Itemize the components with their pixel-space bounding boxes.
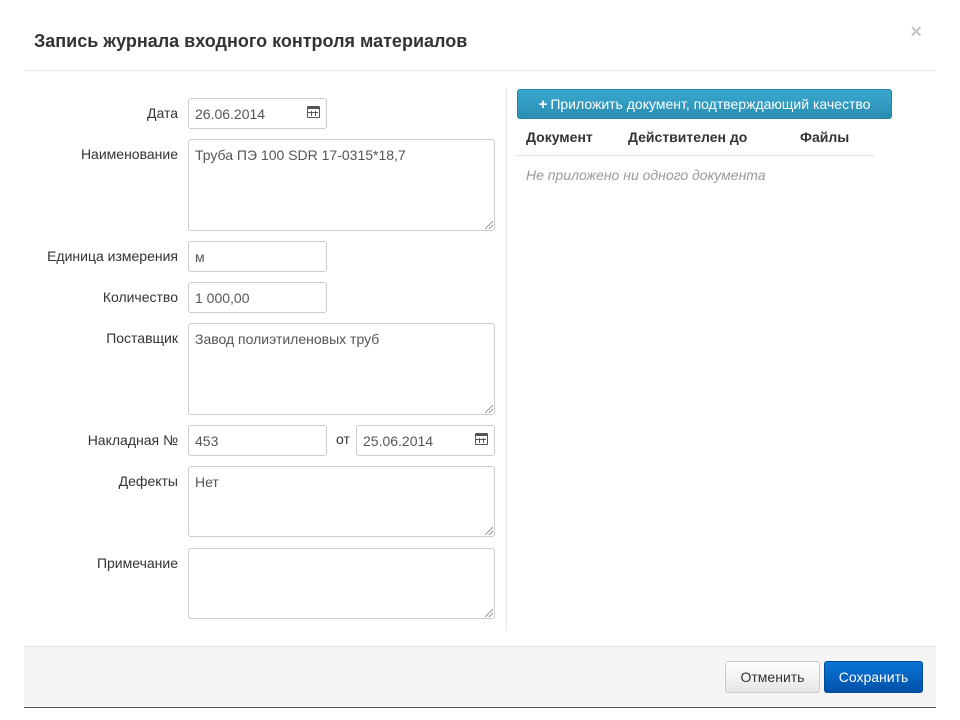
invoice-number-input[interactable] [188, 425, 327, 456]
cancel-button[interactable]: Отменить [725, 661, 820, 693]
column-header-valid-until: Действителен до [628, 129, 748, 145]
defects-textarea[interactable]: Нет [188, 466, 495, 537]
attach-document-label: Приложить документ, подтверждающий качес… [550, 96, 871, 112]
modal-header: Запись журнала входного контроля материа… [24, 0, 936, 71]
save-button[interactable]: Сохранить [824, 661, 923, 693]
modal-title: Запись журнала входного контроля материа… [34, 31, 468, 51]
date-label: Дата [146, 105, 178, 121]
note-label: Примечание [96, 555, 178, 571]
column-header-document: Документ [526, 129, 593, 145]
documents-empty-text: Не приложено ни одного документа [526, 167, 766, 183]
calendar-icon[interactable] [475, 433, 488, 445]
name-textarea[interactable]: Труба ПЭ 100 SDR 17-0315*18,7 [188, 139, 495, 231]
close-icon[interactable]: × [910, 22, 922, 42]
invoice-from-label: от [336, 431, 350, 447]
quantity-label: Количество [102, 289, 178, 305]
table-header-divider [517, 155, 874, 156]
column-header-files: Файлы [800, 129, 850, 145]
invoice-label: Накладная № [87, 432, 178, 448]
name-label: Наименование [80, 146, 178, 162]
unit-input[interactable] [188, 241, 327, 272]
attach-document-button[interactable]: + Приложить документ, подтверждающий каче… [517, 89, 892, 119]
defects-label: Дефекты [118, 473, 178, 489]
plus-icon: + [538, 96, 548, 113]
quantity-input[interactable] [188, 282, 327, 313]
supplier-label: Поставщик [106, 330, 178, 346]
supplier-textarea[interactable]: Завод полиэтиленовых труб [188, 323, 495, 415]
calendar-icon[interactable] [307, 106, 320, 118]
note-textarea[interactable] [188, 548, 495, 619]
column-divider [506, 88, 507, 630]
unit-label: Единица измерения [47, 248, 178, 264]
